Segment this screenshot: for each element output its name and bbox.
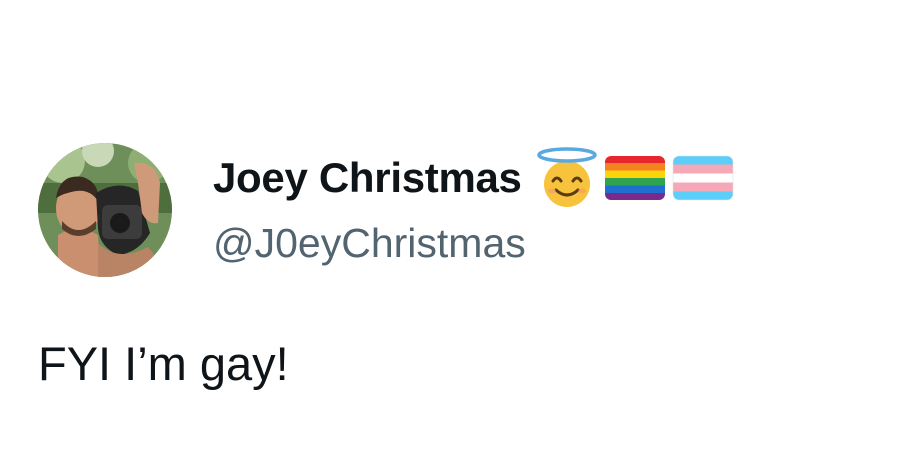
name-row: Joey Christmas <box>213 147 734 209</box>
tweet: Joey Christmas @J0eyChristmas FYI I’m ga… <box>0 0 900 454</box>
avatar-photo <box>38 143 172 277</box>
avatar[interactable] <box>38 143 172 277</box>
smiling-face-with-halo-icon <box>536 147 597 207</box>
user-handle[interactable]: @J0eyChristmas <box>213 220 526 267</box>
rainbow-flag-icon <box>604 156 665 200</box>
transgender-flag-icon <box>672 155 733 201</box>
display-name[interactable]: Joey Christmas <box>213 154 522 202</box>
name-badges <box>536 147 734 209</box>
tweet-text: FYI I’m gay! <box>38 337 289 390</box>
